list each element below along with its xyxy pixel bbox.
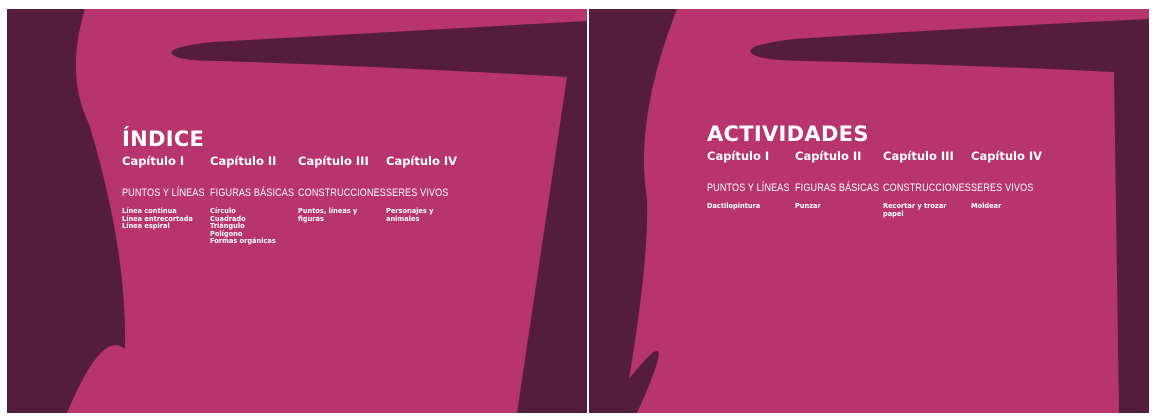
chapter-columns: Capítulo I PUNTOS Y LÍNEAS Línea continu…: [122, 154, 474, 246]
list-item: Formas orgánicas: [210, 237, 276, 246]
page-title: ACTIVIDADES: [707, 122, 869, 146]
chapter-column-2: Capítulo II FIGURAS BÁSICAS Punzar: [795, 149, 883, 218]
chapter-heading: Capítulo I: [707, 149, 770, 163]
list-item: Punzar: [795, 202, 821, 210]
chapter-column-4: Capítulo IV SERES VIVOS Personajes y ani…: [386, 154, 474, 246]
activities-content: ACTIVIDADES Capítulo I PUNTOS Y LÍNEAS D…: [707, 122, 1059, 218]
chapter-items: Línea continua Línea entrecortada Línea …: [122, 207, 210, 231]
list-item: Línea espiral: [122, 222, 170, 231]
chapter-column-2: Capítulo II FIGURAS BÁSICAS Círculo Cuad…: [210, 154, 298, 246]
chapter-heading: Capítulo II: [795, 149, 862, 163]
list-item: papel: [883, 209, 904, 218]
list-item: Dactilopintura: [707, 202, 761, 210]
chapter-topic: FIGURAS BÁSICAS: [210, 187, 295, 199]
list-item: animales: [386, 214, 420, 223]
index-page: ÍNDICE Capítulo I PUNTOS Y LÍNEAS Línea …: [7, 9, 587, 413]
chapter-topic: SERES VIVOS: [386, 187, 449, 199]
list-item: Moldear: [971, 202, 1002, 210]
chapter-items: Círculo Cuadrado Triángulo Polígono Form…: [210, 207, 298, 246]
chapter-heading: Capítulo III: [298, 154, 369, 168]
index-content: ÍNDICE Capítulo I PUNTOS Y LÍNEAS Línea …: [122, 127, 474, 246]
chapter-topic: FIGURAS BÁSICAS: [795, 182, 880, 194]
chapter-heading: Capítulo I: [122, 154, 185, 168]
chapter-items: Puntos, líneas y figuras: [298, 207, 386, 223]
chapter-items: Moldear: [971, 202, 1059, 211]
chapter-topic: PUNTOS Y LÍNEAS: [707, 182, 790, 194]
chapter-items: Recortar y trozar papel: [883, 202, 971, 218]
chapter-topic: SERES VIVOS: [971, 182, 1034, 194]
chapter-topic: CONSTRUCCIONES: [298, 187, 386, 199]
chapter-column-1: Capítulo I PUNTOS Y LÍNEAS Dactilopintur…: [707, 149, 795, 218]
chapter-items: Punzar: [795, 202, 883, 211]
chapter-heading: Capítulo II: [210, 154, 277, 168]
chapter-column-3: Capítulo III CONSTRUCCIONES Puntos, líne…: [298, 154, 386, 246]
chapter-items: Dactilopintura: [707, 202, 795, 211]
page-title: ÍNDICE: [122, 127, 205, 151]
chapter-heading: Capítulo IV: [386, 154, 458, 168]
list-item: figuras: [298, 214, 324, 223]
chapter-heading: Capítulo IV: [971, 149, 1043, 163]
chapter-column-3: Capítulo III CONSTRUCCIONES Recortar y t…: [883, 149, 971, 218]
chapter-topic: CONSTRUCCIONES: [883, 182, 971, 194]
chapter-column-4: Capítulo IV SERES VIVOS Moldear: [971, 149, 1059, 218]
chapter-topic: PUNTOS Y LÍNEAS: [122, 187, 205, 199]
chapter-column-1: Capítulo I PUNTOS Y LÍNEAS Línea continu…: [122, 154, 210, 246]
chapter-items: Personajes y animales: [386, 207, 474, 223]
activities-page: ACTIVIDADES Capítulo I PUNTOS Y LÍNEAS D…: [589, 9, 1149, 413]
chapter-heading: Capítulo III: [883, 149, 954, 163]
chapter-columns: Capítulo I PUNTOS Y LÍNEAS Dactilopintur…: [707, 149, 1059, 218]
